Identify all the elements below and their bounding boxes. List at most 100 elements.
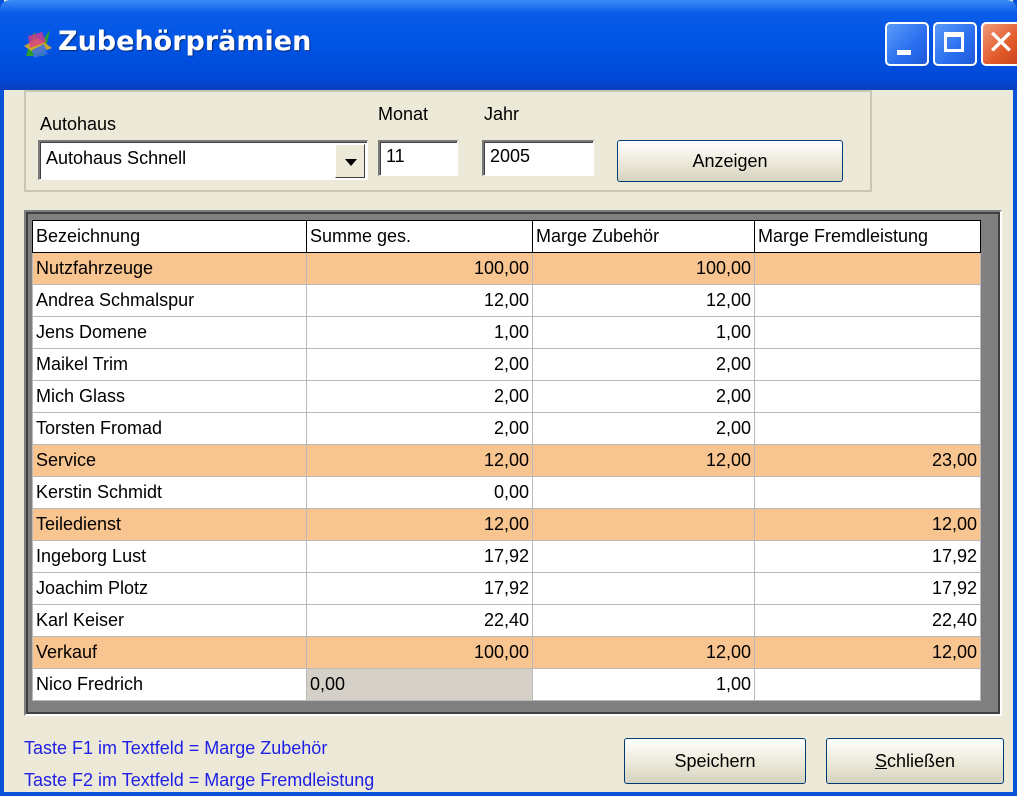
column-header-summe[interactable]: Summe ges.: [306, 220, 533, 253]
cell-summe[interactable]: 0,00: [306, 668, 533, 701]
window-title: Zubehörprämien: [58, 26, 312, 57]
cell-marge-fremdleistung[interactable]: [754, 284, 981, 317]
cell-bezeichnung[interactable]: Service: [32, 444, 307, 477]
cell-marge-zubehoer[interactable]: 2,00: [532, 348, 755, 381]
cell-summe[interactable]: 2,00: [306, 412, 533, 445]
cell-bezeichnung[interactable]: Ingeborg Lust: [32, 540, 307, 573]
cell-summe[interactable]: 17,92: [306, 572, 533, 605]
cell-summe[interactable]: 2,00: [306, 380, 533, 413]
cell-marge-zubehoer[interactable]: [532, 508, 755, 541]
cell-marge-fremdleistung[interactable]: [754, 476, 981, 509]
cell-marge-fremdleistung[interactable]: 22,40: [754, 604, 981, 637]
table-row[interactable]: Jens Domene 1,00 1,00: [32, 316, 981, 349]
group-row[interactable]: Verkauf 100,00 12,00 12,00: [32, 636, 981, 669]
cell-summe[interactable]: 22,40: [306, 604, 533, 637]
cell-marge-fremdleistung[interactable]: [754, 412, 981, 445]
hint-f1: Taste F1 im Textfeld = Marge Zubehör: [24, 738, 328, 758]
autohaus-label: Autohaus: [40, 114, 117, 134]
cell-marge-fremdleistung[interactable]: [754, 380, 981, 413]
show-button[interactable]: Anzeigen: [617, 140, 843, 182]
cell-summe[interactable]: 1,00: [306, 316, 533, 349]
main-window: Zubehörprämien ✕ Autohaus Autohaus Schne…: [0, 0, 1017, 796]
jahr-label: Jahr: [484, 104, 520, 124]
table-row[interactable]: Karl Keiser 22,40 22,40: [32, 604, 981, 637]
cell-bezeichnung[interactable]: Mich Glass: [32, 380, 307, 413]
cell-summe[interactable]: 12,00: [306, 284, 533, 317]
cell-marge-zubehoer[interactable]: 2,00: [532, 412, 755, 445]
cell-marge-zubehoer[interactable]: [532, 572, 755, 605]
cell-bezeichnung[interactable]: Verkauf: [32, 636, 307, 669]
group-row[interactable]: Teiledienst 12,00 12,00: [32, 508, 981, 541]
cell-bezeichnung[interactable]: Teiledienst: [32, 508, 307, 541]
autohaus-combobox[interactable]: Autohaus Schnell: [38, 140, 368, 180]
column-header-bezeichnung[interactable]: Bezeichnung: [32, 220, 307, 253]
minimize-icon: [897, 50, 911, 55]
table-row[interactable]: Maikel Trim 2,00 2,00: [32, 348, 981, 381]
cell-marge-zubehoer[interactable]: [532, 540, 755, 573]
column-header-marge-zubehoer[interactable]: Marge Zubehör: [532, 220, 755, 253]
close-button-accesskey: S: [874, 751, 887, 771]
monat-label: Monat: [378, 104, 429, 124]
cell-bezeichnung[interactable]: Karl Keiser: [32, 604, 307, 637]
cell-bezeichnung[interactable]: Torsten Fromad: [32, 412, 307, 445]
table-row[interactable]: Torsten Fromad 2,00 2,00: [32, 412, 981, 445]
cell-marge-fremdleistung[interactable]: 12,00: [754, 636, 981, 669]
cell-marge-zubehoer[interactable]: 12,00: [532, 444, 755, 477]
premium-table: Bezeichnung Summe ges. Marge Zubehör Mar…: [32, 220, 981, 701]
cell-marge-fremdleistung[interactable]: [754, 668, 981, 701]
table-row[interactable]: Andrea Schmalspur 12,00 12,00: [32, 284, 981, 317]
cell-marge-zubehoer[interactable]: 12,00: [532, 636, 755, 669]
cell-bezeichnung[interactable]: Nutzfahrzeuge: [32, 252, 307, 285]
cell-bezeichnung[interactable]: Joachim Plotz: [32, 572, 307, 605]
cell-marge-fremdleistung[interactable]: [754, 316, 981, 349]
data-grid[interactable]: Bezeichnung Summe ges. Marge Zubehör Mar…: [24, 210, 1002, 716]
column-header-marge-fremdleistung[interactable]: Marge Fremdleistung: [754, 220, 981, 253]
close-button[interactable]: Schließen: [826, 738, 1004, 784]
cell-marge-fremdleistung[interactable]: 12,00: [754, 508, 981, 541]
cell-marge-zubehoer[interactable]: 100,00: [532, 252, 755, 285]
cell-marge-fremdleistung[interactable]: [754, 348, 981, 381]
cell-marge-zubehoer[interactable]: [532, 604, 755, 637]
title-bar[interactable]: Zubehörprämien ✕: [0, 0, 1017, 90]
jahr-input[interactable]: 2005: [482, 140, 594, 176]
cell-bezeichnung[interactable]: Kerstin Schmidt: [32, 476, 307, 509]
cell-marge-zubehoer[interactable]: 12,00: [532, 284, 755, 317]
monat-input[interactable]: 11: [378, 140, 458, 176]
cell-summe[interactable]: 12,00: [306, 508, 533, 541]
save-button[interactable]: Speichern: [624, 738, 806, 784]
cell-bezeichnung[interactable]: Andrea Schmalspur: [32, 284, 307, 317]
cell-summe[interactable]: 0,00: [306, 476, 533, 509]
table-header-row: Bezeichnung Summe ges. Marge Zubehör Mar…: [32, 220, 981, 253]
group-row[interactable]: Nutzfahrzeuge 100,00 100,00: [32, 252, 981, 285]
dropdown-button[interactable]: [335, 144, 365, 178]
minimize-button[interactable]: [885, 22, 929, 66]
grid-frame: Bezeichnung Summe ges. Marge Zubehör Mar…: [26, 212, 1000, 714]
table-row[interactable]: Ingeborg Lust 17,92 17,92: [32, 540, 981, 573]
close-window-button[interactable]: ✕: [981, 22, 1017, 66]
maximize-button[interactable]: [933, 22, 977, 66]
cell-bezeichnung[interactable]: Jens Domene: [32, 316, 307, 349]
jahr-value: 2005: [490, 146, 531, 166]
cell-marge-fremdleistung[interactable]: [754, 252, 981, 285]
cell-summe[interactable]: 12,00: [306, 444, 533, 477]
cell-marge-fremdleistung[interactable]: 17,92: [754, 540, 981, 573]
cell-summe[interactable]: 100,00: [306, 636, 533, 669]
app-icon: [24, 30, 52, 58]
cell-marge-zubehoer[interactable]: 1,00: [532, 668, 755, 701]
cell-marge-zubehoer[interactable]: 1,00: [532, 316, 755, 349]
table-row[interactable]: Joachim Plotz 17,92 17,92: [32, 572, 981, 605]
cell-marge-fremdleistung[interactable]: 23,00: [754, 444, 981, 477]
table-row[interactable]: Nico Fredrich 0,00 1,00: [32, 668, 981, 701]
cell-bezeichnung[interactable]: Nico Fredrich: [32, 668, 307, 701]
cell-bezeichnung[interactable]: Maikel Trim: [32, 348, 307, 381]
cell-marge-zubehoer[interactable]: [532, 476, 755, 509]
table-row[interactable]: Kerstin Schmidt 0,00: [32, 476, 981, 509]
hint-f2: Taste F2 im Textfeld = Marge Fremdleistu…: [24, 770, 375, 790]
group-row[interactable]: Service 12,00 12,00 23,00: [32, 444, 981, 477]
table-row[interactable]: Mich Glass 2,00 2,00: [32, 380, 981, 413]
cell-summe[interactable]: 17,92: [306, 540, 533, 573]
cell-summe[interactable]: 100,00: [306, 252, 533, 285]
cell-marge-zubehoer[interactable]: 2,00: [532, 380, 755, 413]
cell-summe[interactable]: 2,00: [306, 348, 533, 381]
cell-marge-fremdleistung[interactable]: 17,92: [754, 572, 981, 605]
